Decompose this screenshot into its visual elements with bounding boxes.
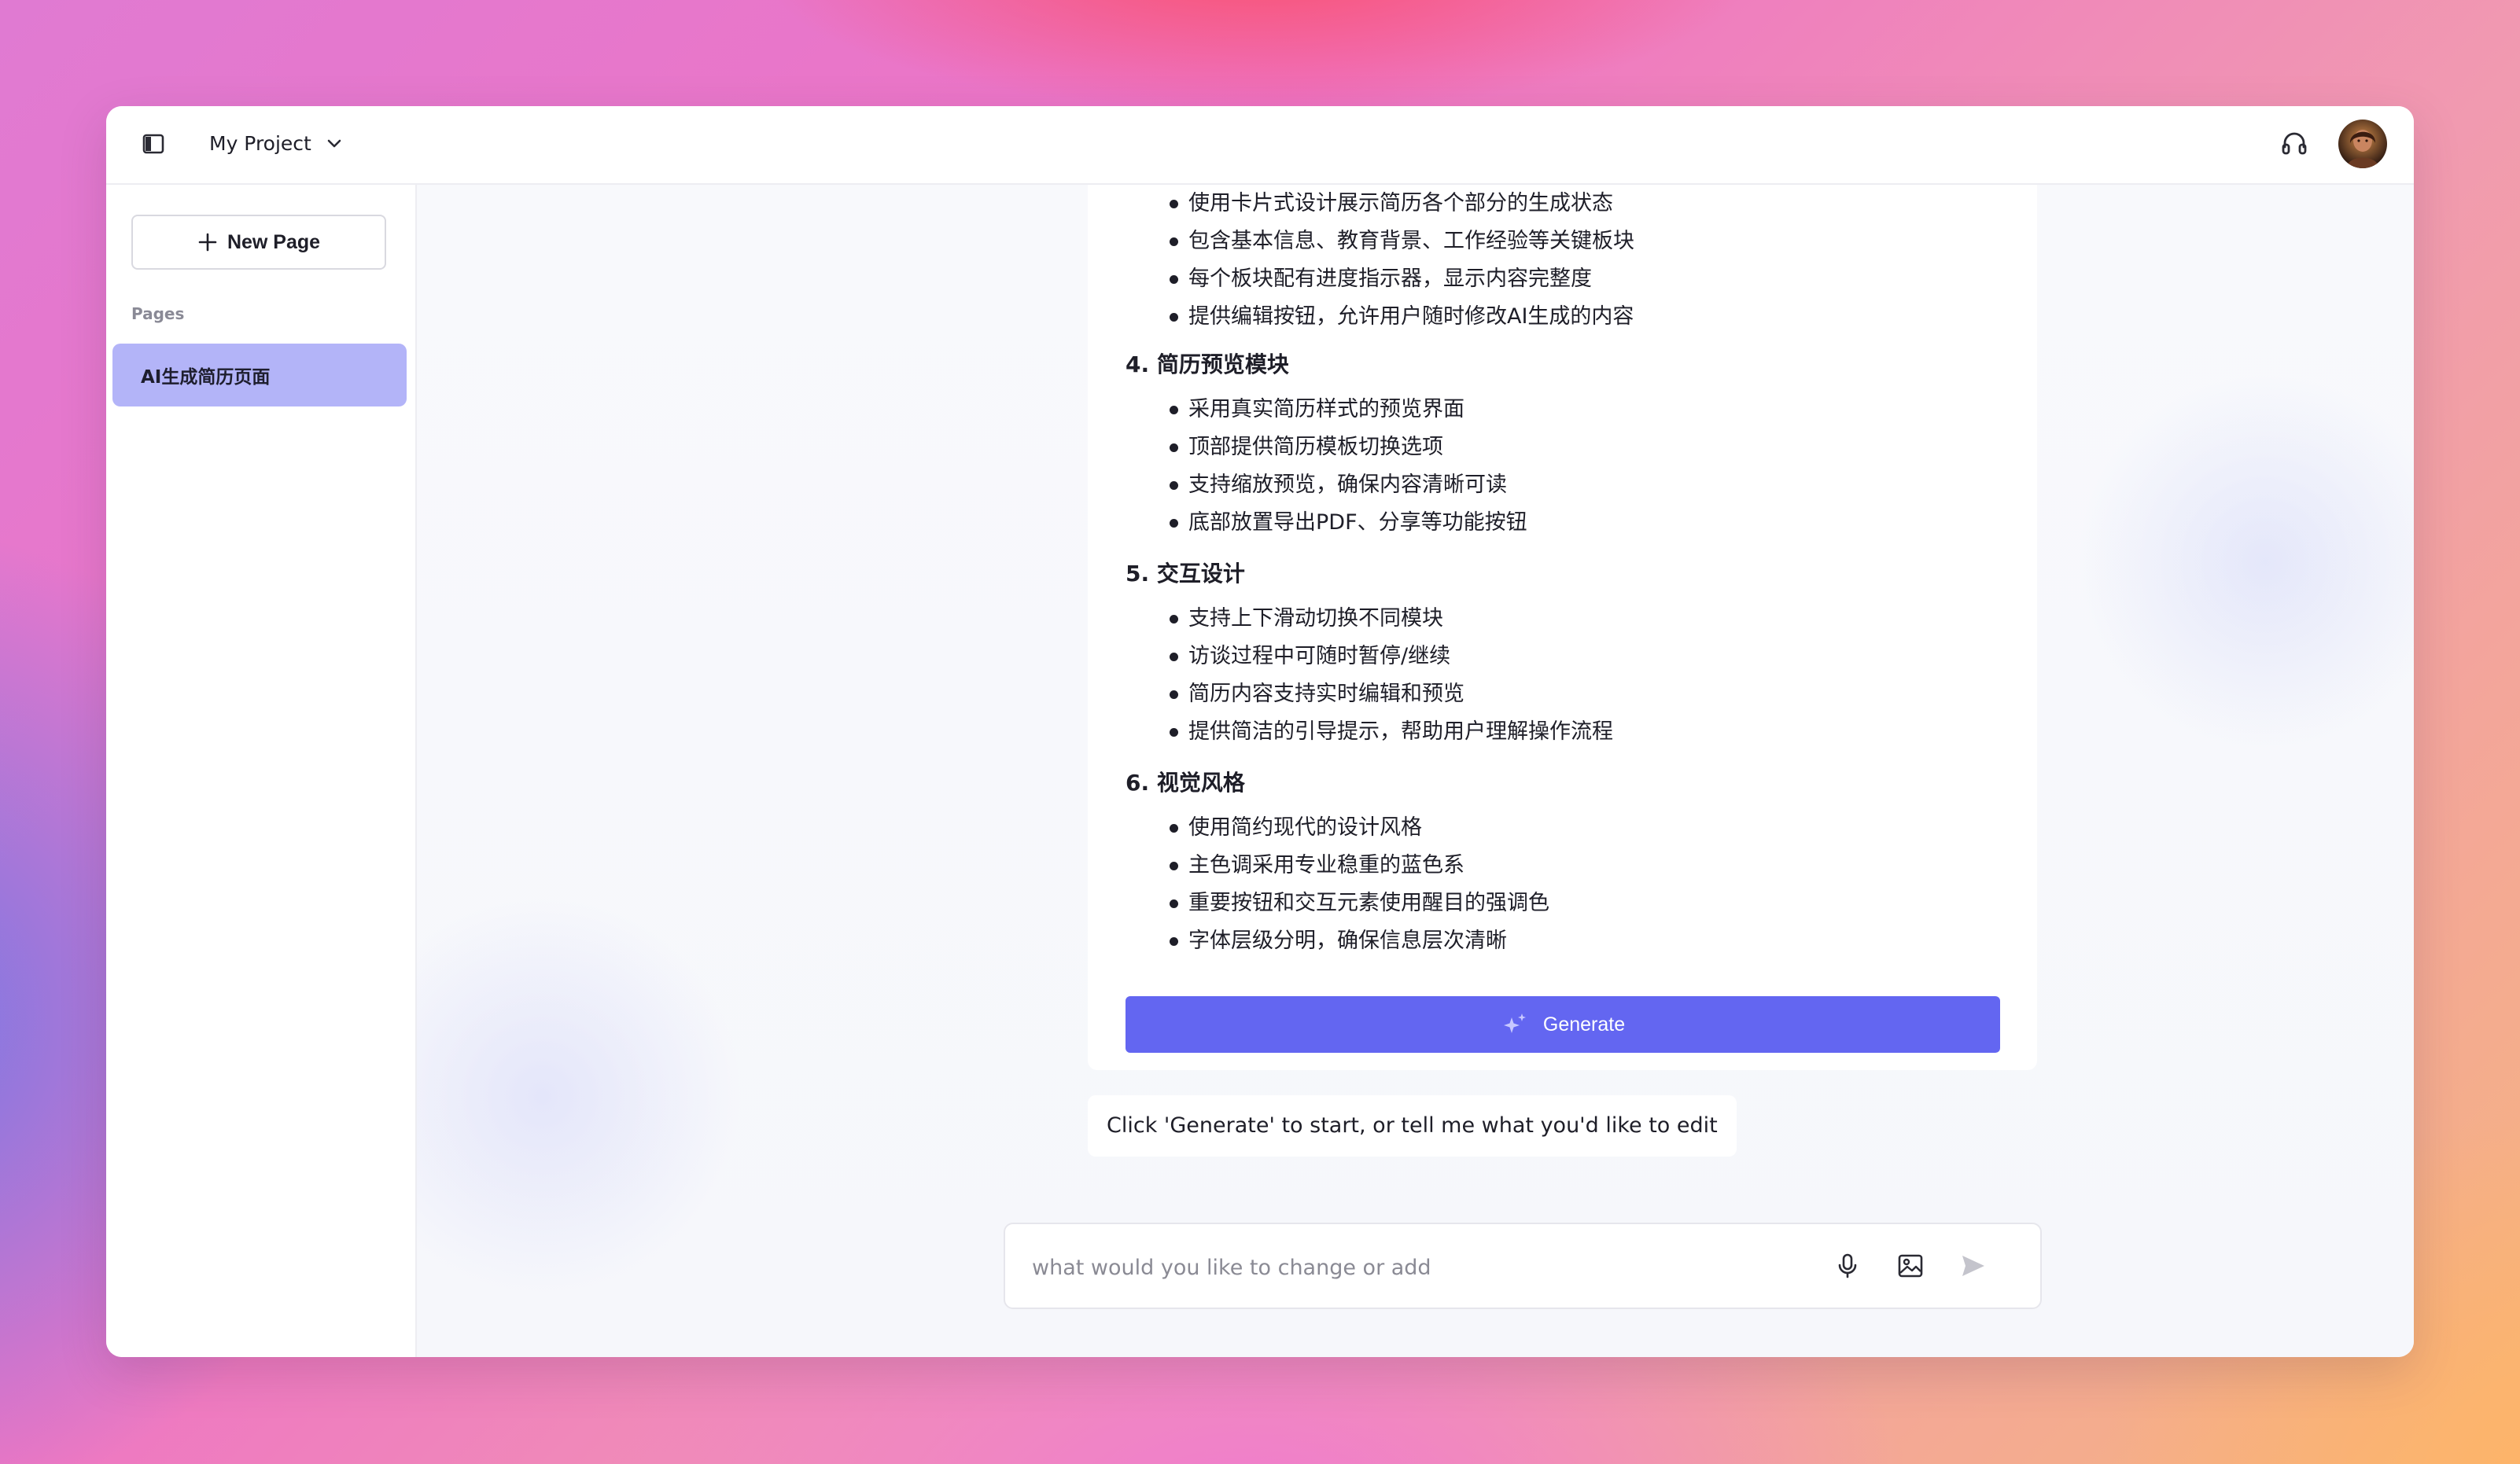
- section-resume-preview: 4. 简历预览模块 采用真实简历样式的预览界面 顶部提供简历模板切换选项 支持缩…: [1126, 339, 2000, 542]
- list-item: 访谈过程中可随时暂停/继续: [1126, 638, 2000, 675]
- list-item: 字体层级分明，确保信息层次清晰: [1126, 922, 2000, 960]
- new-page-button[interactable]: New Page: [131, 215, 386, 270]
- top-bar: My Project: [106, 106, 2414, 185]
- list-item: 提供简洁的引导提示，帮助用户理解操作流程: [1126, 713, 2000, 751]
- sidebar-item-label: AI生成简历页面: [141, 367, 271, 388]
- section-list: 支持上下滑动切换不同模块 访谈过程中可随时暂停/继续 简历内容支持实时编辑和预览…: [1126, 600, 2000, 751]
- section-list: 采用真实简历样式的预览界面 顶部提供简历模板切换选项 支持缩放预览，确保内容清晰…: [1126, 391, 2000, 542]
- list-item: 支持上下滑动切换不同模块: [1126, 600, 2000, 638]
- section-list: 使用简约现代的设计风格 主色调采用专业稳重的蓝色系 重要按钮和交互元素使用醒目的…: [1126, 809, 2000, 960]
- new-page-label: New Page: [227, 230, 321, 253]
- intro-list: 使用卡片式设计展示简历各个部分的生成状态 包含基本信息、教育背景、工作经验等关键…: [1126, 185, 2000, 336]
- message-input[interactable]: [1030, 1246, 1789, 1289]
- list-item: 每个板块配有进度指示器，显示内容完整度: [1126, 260, 2000, 298]
- avatar[interactable]: [2338, 120, 2387, 168]
- headphones-icon[interactable]: [2279, 128, 2310, 160]
- pages-section-label: Pages: [131, 304, 185, 323]
- section-heading: 6. 视觉风格: [1126, 770, 1245, 796]
- sidebar-item-page[interactable]: AI生成简历页面: [112, 344, 407, 406]
- list-item: 使用卡片式设计展示简历各个部分的生成状态: [1126, 185, 2000, 223]
- section-visual-style: 6. 视觉风格 使用简约现代的设计风格 主色调采用专业稳重的蓝色系 重要按钮和交…: [1126, 757, 2000, 960]
- sidebar-toggle-icon[interactable]: [141, 131, 166, 156]
- microphone-icon[interactable]: [1832, 1250, 1863, 1282]
- list-item: 支持缩放预览，确保内容清晰可读: [1126, 466, 2000, 504]
- assistant-message: Click 'Generate' to start, or tell me wh…: [1088, 1095, 1737, 1157]
- section-heading: 4. 简历预览模块: [1126, 351, 1289, 377]
- list-item: 顶部提供简历模板切换选项: [1126, 429, 2000, 466]
- list-item: 提供编辑按钮，允许用户随时修改AI生成的内容: [1126, 298, 2000, 336]
- list-item: 主色调采用专业稳重的蓝色系: [1126, 847, 2000, 885]
- list-item: 底部放置导出PDF、分享等功能按钮: [1126, 504, 2000, 542]
- list-item: 使用简约现代的设计风格: [1126, 809, 2000, 847]
- message-composer: [1004, 1223, 2042, 1309]
- chevron-down-icon[interactable]: [322, 131, 347, 156]
- section-interaction: 5. 交互设计 支持上下滑动切换不同模块 访谈过程中可随时暂停/继续 简历内容支…: [1126, 548, 2000, 751]
- send-icon[interactable]: [1957, 1250, 1988, 1282]
- app-window: My Project New Page Pages AI生成简历页面 使用卡片式…: [106, 106, 2414, 1357]
- generate-button[interactable]: Generate: [1126, 996, 2000, 1053]
- list-item: 简历内容支持实时编辑和预览: [1126, 675, 2000, 713]
- section-heading: 5. 交互设计: [1126, 561, 1245, 587]
- generate-label: Generate: [1542, 1013, 1626, 1035]
- list-item: 包含基本信息、教育背景、工作经验等关键板块: [1126, 223, 2000, 260]
- plan-card: 使用卡片式设计展示简历各个部分的生成状态 包含基本信息、教育背景、工作经验等关键…: [1088, 185, 2037, 1070]
- plus-icon: [197, 232, 218, 252]
- project-name[interactable]: My Project: [209, 128, 311, 160]
- sidebar: New Page Pages AI生成简历页面: [106, 185, 417, 1357]
- image-icon[interactable]: [1895, 1250, 1926, 1282]
- list-item: 重要按钮和交互元素使用醒目的强调色: [1126, 885, 2000, 922]
- list-item: 采用真实简历样式的预览界面: [1126, 391, 2000, 429]
- main-content: 使用卡片式设计展示简历各个部分的生成状态 包含基本信息、教育背景、工作经验等关键…: [417, 185, 2414, 1357]
- plan-content: 使用卡片式设计展示简历各个部分的生成状态 包含基本信息、教育背景、工作经验等关键…: [1126, 185, 2000, 966]
- sparkles-icon: [1501, 1011, 1529, 1039]
